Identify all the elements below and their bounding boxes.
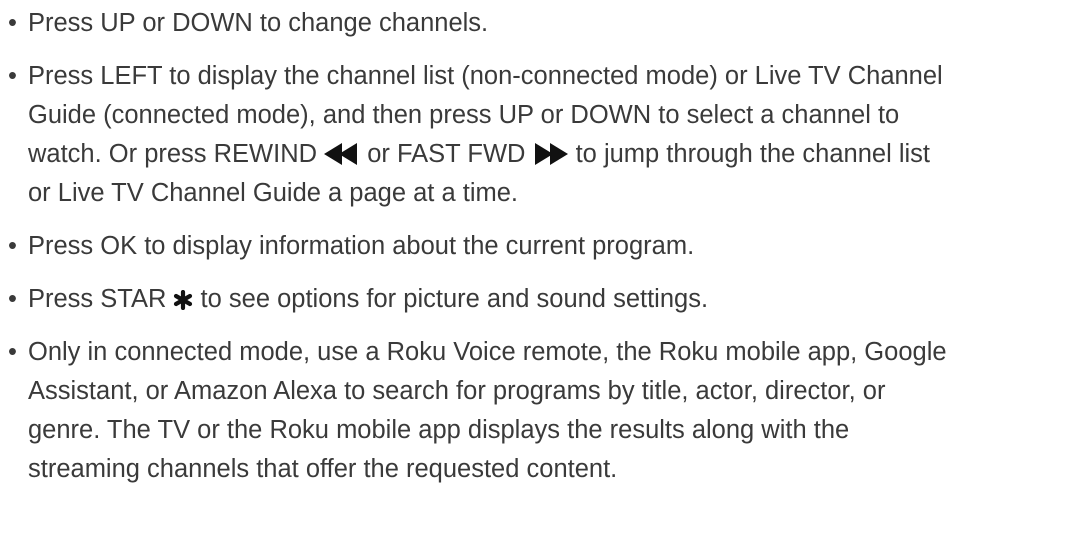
item-text-segment: to see options for picture and sound set… [193,285,709,313]
instructions-list: • Press UP or DOWN to change channels. •… [8,4,1082,503]
bullet: • [8,285,17,313]
item-text-line: watch. Or press REWIND or FAST FWD to ju… [28,135,1082,174]
item-text-segment: Press STAR [28,285,174,313]
item-text-line: Only in connected mode, use a Roku Voice… [28,338,947,366]
bullet: • [8,232,17,260]
bullet: • [8,9,17,37]
asterisk-icon [173,290,193,310]
item-text-segment: to jump through the channel list [568,140,930,168]
bullet: • [8,62,17,90]
list-item: • Only in connected mode, use a Roku Voi… [8,333,1082,489]
bullet: • [8,338,17,366]
item-text-line: Press LEFT to display the channel list (… [28,62,943,90]
item-text-line: Guide (connected mode), and then press U… [28,101,900,129]
item-text-line: streaming channels that offer the reques… [28,455,618,483]
rewind-icon [324,143,360,165]
item-text-segment: watch. Or press REWIND [28,140,325,168]
list-item: • Press LEFT to display the channel list… [8,57,1082,213]
fast-forward-icon [533,143,569,165]
item-text-line: Assistant, or Amazon Alexa to search for… [28,377,886,405]
item-text: Press OK to display information about th… [28,232,695,260]
list-item: • Press UP or DOWN to change channels. [8,4,1082,43]
list-item: • Press OK to display information about … [8,227,1082,266]
list-item: • Press STAR to see options for picture … [8,280,1082,319]
item-text-line: or Live TV Channel Guide a page at a tim… [28,179,518,207]
item-text-line: Press STAR to see options for picture an… [28,280,1082,319]
item-text: Press UP or DOWN to change channels. [28,9,489,37]
item-text-segment: or FAST FWD [360,140,533,168]
item-text-line: genre. The TV or the Roku mobile app dis… [28,416,850,444]
